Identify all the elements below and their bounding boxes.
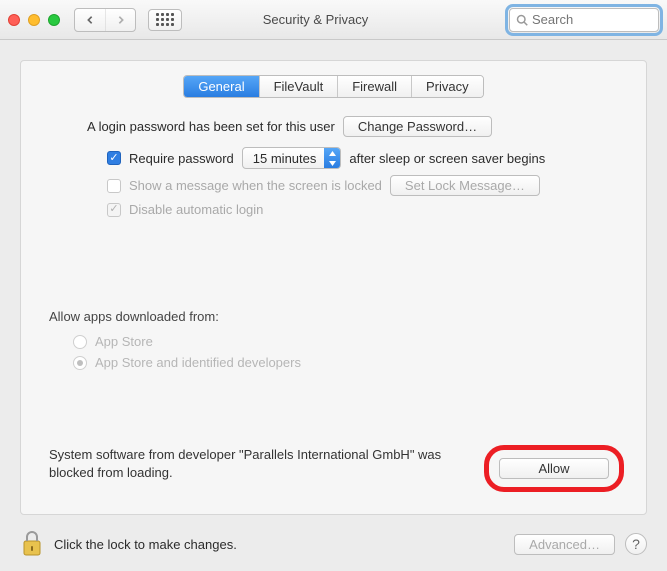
tab-general[interactable]: General bbox=[184, 76, 258, 97]
login-password-text: A login password has been set for this u… bbox=[87, 119, 335, 134]
blocked-software-notice: System software from developer "Parallel… bbox=[49, 445, 624, 492]
titlebar: Security & Privacy bbox=[0, 0, 667, 40]
gatekeeper-section: Allow apps downloaded from: App Store Ap… bbox=[49, 309, 618, 376]
window-controls bbox=[8, 14, 60, 26]
tab-bar: General FileVault Firewall Privacy bbox=[21, 75, 646, 98]
lock-message-label: Show a message when the screen is locked bbox=[129, 178, 382, 193]
require-password-checkbox[interactable] bbox=[107, 151, 121, 165]
forward-button[interactable] bbox=[105, 9, 135, 31]
window-title: Security & Privacy bbox=[128, 12, 503, 27]
back-button[interactable] bbox=[75, 9, 105, 31]
search-icon bbox=[516, 14, 528, 26]
lock-icon[interactable] bbox=[20, 529, 44, 560]
gatekeeper-option-appstore-radio bbox=[73, 335, 87, 349]
lock-text: Click the lock to make changes. bbox=[54, 537, 237, 552]
general-content: A login password has been set for this u… bbox=[21, 98, 646, 217]
gatekeeper-option-identified-label: App Store and identified developers bbox=[95, 355, 301, 370]
advanced-button[interactable]: Advanced… bbox=[514, 534, 615, 555]
change-password-button[interactable]: Change Password… bbox=[343, 116, 492, 137]
gatekeeper-option-appstore-label: App Store bbox=[95, 334, 153, 349]
blocked-software-text: System software from developer "Parallel… bbox=[49, 445, 468, 482]
footer: Click the lock to make changes. Advanced… bbox=[0, 517, 667, 571]
search-input[interactable] bbox=[532, 12, 652, 27]
require-password-label-before: Require password bbox=[129, 151, 234, 166]
chevron-up-down-icon bbox=[324, 148, 340, 168]
gatekeeper-option-identified-radio bbox=[73, 356, 87, 370]
nav-back-forward bbox=[74, 8, 136, 32]
lock-message-checkbox[interactable] bbox=[107, 179, 121, 193]
gatekeeper-title: Allow apps downloaded from: bbox=[49, 309, 618, 324]
disable-auto-login-label: Disable automatic login bbox=[129, 202, 263, 217]
require-password-label-after: after sleep or screen saver begins bbox=[349, 151, 545, 166]
help-button[interactable]: ? bbox=[625, 533, 647, 555]
allow-button[interactable]: Allow bbox=[499, 458, 609, 479]
tab-firewall[interactable]: Firewall bbox=[337, 76, 411, 97]
tab-privacy[interactable]: Privacy bbox=[411, 76, 483, 97]
tab-filevault[interactable]: FileVault bbox=[259, 76, 338, 97]
disable-auto-login-checkbox[interactable] bbox=[107, 203, 121, 217]
search-field[interactable] bbox=[509, 8, 659, 32]
require-password-delay-popup[interactable]: 15 minutes bbox=[242, 147, 342, 169]
zoom-button[interactable] bbox=[48, 14, 60, 26]
set-lock-message-button: Set Lock Message… bbox=[390, 175, 540, 196]
preferences-pane: General FileVault Firewall Privacy A log… bbox=[20, 60, 647, 515]
minimize-button[interactable] bbox=[28, 14, 40, 26]
require-password-delay-value: 15 minutes bbox=[253, 151, 317, 166]
allow-highlight: Allow bbox=[484, 445, 624, 492]
close-button[interactable] bbox=[8, 14, 20, 26]
